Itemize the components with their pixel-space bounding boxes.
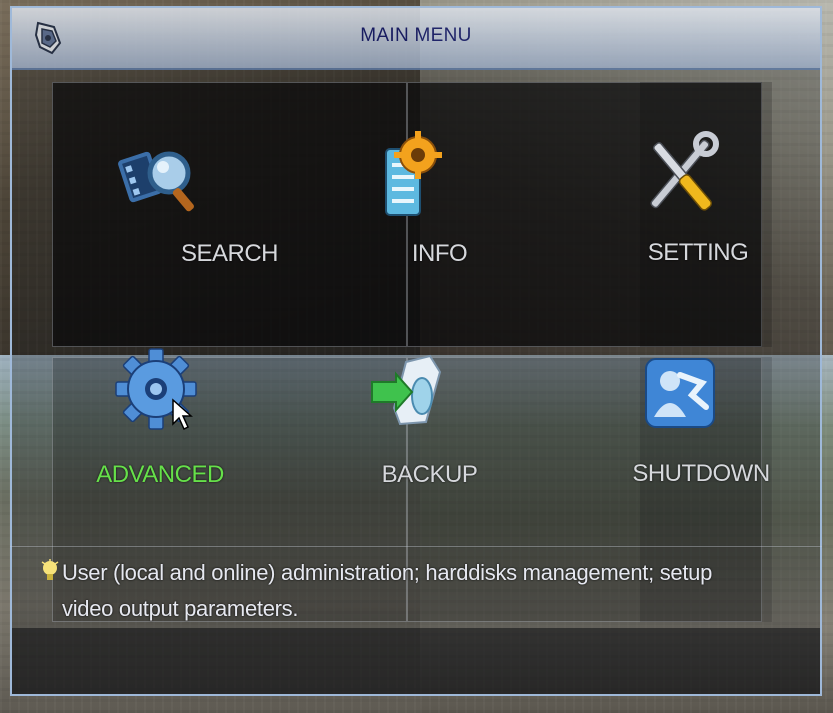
title-bar[interactable]: MAIN MENU	[12, 8, 820, 70]
lightbulb-icon	[41, 559, 59, 580]
help-panel: User (local and online) administration; …	[10, 546, 822, 629]
menu-item-label: INFO	[411, 240, 468, 267]
setting-icon	[650, 131, 719, 211]
mouse-cursor-icon	[172, 398, 193, 431]
dialog-title: MAIN MENU	[360, 25, 472, 46]
menu-item-search[interactable]: SEARCH	[52, 82, 407, 347]
menu-item-setting[interactable]: SETTING	[640, 82, 772, 347]
search-icon	[118, 151, 194, 212]
shutdown-icon	[645, 358, 715, 428]
menu-item-label: BACKUP	[381, 461, 478, 488]
menu-item-label: SETTING	[647, 239, 749, 266]
backup-icon	[371, 354, 442, 426]
info-icon	[385, 131, 442, 216]
menu-item-label: SHUTDOWN	[632, 460, 770, 487]
help-text: User (local and online) administration; …	[62, 560, 713, 621]
